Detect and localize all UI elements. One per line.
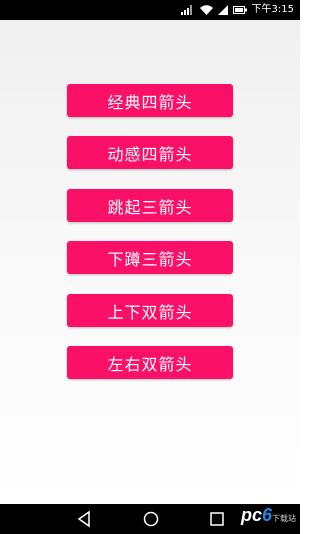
jump-three-arrows-button[interactable]: 跳起三箭头 (67, 189, 233, 222)
button-label: 左右双箭头 (107, 354, 193, 374)
signal-strength-icon (180, 5, 192, 15)
status-icons: 下午3:15 (180, 0, 294, 20)
button-label: 上下双箭头 (107, 302, 193, 322)
dynamic-four-arrows-button[interactable]: 动感四箭头 (67, 136, 233, 169)
cellular-icon (217, 5, 228, 15)
wifi-icon (199, 5, 213, 15)
button-label: 动感四箭头 (107, 144, 193, 164)
up-down-two-arrows-button[interactable]: 上下双箭头 (67, 294, 233, 327)
watermark-logo: pc6下载站 (240, 505, 296, 525)
left-right-two-arrows-button[interactable]: 左右双箭头 (67, 346, 233, 379)
button-label: 下蹲三箭头 (107, 249, 193, 269)
back-icon[interactable] (76, 510, 92, 528)
button-label: 经典四箭头 (107, 92, 193, 112)
status-time: 下午3:15 (251, 4, 294, 15)
battery-icon (232, 6, 247, 14)
button-label: 跳起三箭头 (107, 197, 193, 217)
recents-icon[interactable] (209, 510, 225, 528)
status-bar: 下午3:15 (0, 0, 300, 20)
squat-three-arrows-button[interactable]: 下蹲三箭头 (67, 241, 233, 274)
classic-four-arrows-button[interactable]: 经典四箭头 (67, 84, 233, 117)
home-icon[interactable] (142, 510, 160, 528)
